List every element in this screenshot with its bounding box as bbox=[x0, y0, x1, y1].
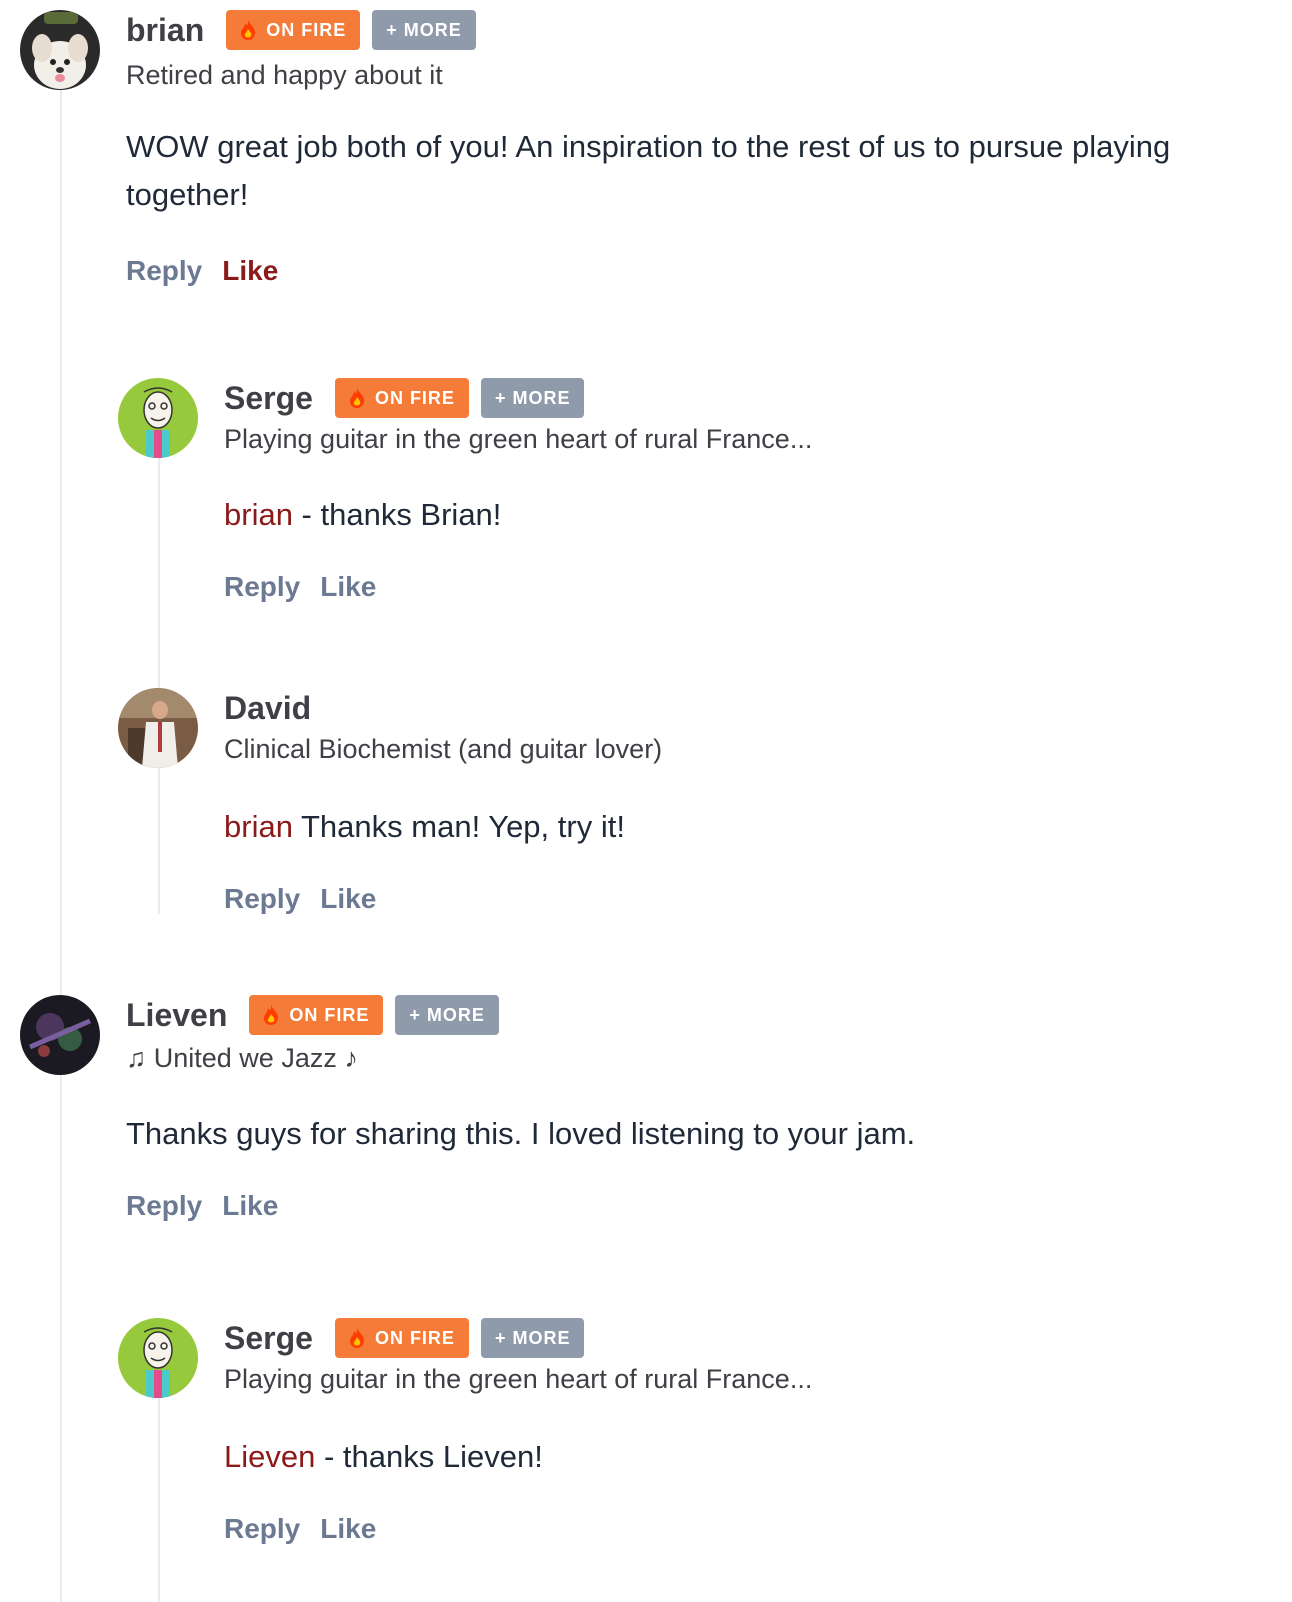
on-fire-label: ON FIRE bbox=[374, 387, 455, 408]
comment-text: Lieven - thanks Lieven! bbox=[224, 1433, 1264, 1481]
reply-button[interactable]: Reply bbox=[126, 255, 202, 287]
reply-button[interactable]: Reply bbox=[224, 571, 300, 603]
comment-body: - thanks Brian! bbox=[292, 497, 502, 532]
comment-body: - thanks Lieven! bbox=[315, 1439, 543, 1474]
comment-text: brian - thanks Brian! bbox=[224, 491, 1264, 539]
on-fire-label: ON FIRE bbox=[374, 1327, 455, 1348]
fire-icon bbox=[349, 388, 365, 408]
like-button[interactable]: Like bbox=[320, 1513, 376, 1545]
avatar[interactable] bbox=[118, 1318, 198, 1398]
on-fire-label: ON FIRE bbox=[266, 19, 347, 40]
fire-icon bbox=[263, 1005, 279, 1025]
comment-text: Thanks guys for sharing this. I loved li… bbox=[126, 1116, 916, 1151]
author-name[interactable]: Serge bbox=[224, 1320, 313, 1357]
comment-thread: brian ON FIRE + MORE Retired and happy a… bbox=[0, 0, 1292, 1602]
like-button[interactable]: Like bbox=[222, 1190, 278, 1222]
author-name[interactable]: Serge bbox=[224, 380, 313, 417]
like-button[interactable]: Like bbox=[320, 883, 376, 915]
reply-button[interactable]: Reply bbox=[224, 1513, 300, 1545]
thread-line bbox=[158, 1396, 160, 1602]
avatar[interactable] bbox=[20, 995, 100, 1075]
on-fire-badge[interactable]: ON FIRE bbox=[226, 10, 361, 50]
fire-icon bbox=[349, 1328, 365, 1348]
thread-line bbox=[158, 458, 160, 914]
mention-link[interactable]: brian bbox=[224, 497, 293, 532]
on-fire-badge[interactable]: ON FIRE bbox=[249, 995, 384, 1035]
author-tagline: Playing guitar in the green heart of rur… bbox=[224, 1364, 813, 1394]
fire-icon bbox=[240, 20, 256, 40]
more-badge[interactable]: + MORE bbox=[480, 378, 585, 418]
comment-body: Thanks man! Yep, try it! bbox=[292, 809, 625, 844]
more-badge[interactable]: + MORE bbox=[480, 1318, 585, 1358]
author-tagline: ♫ United we Jazz ♪ bbox=[126, 1043, 358, 1073]
mention-link[interactable]: Lieven bbox=[224, 1439, 315, 1474]
comment-text: WOW great job both of you! An inspiratio… bbox=[126, 129, 1171, 212]
on-fire-label: ON FIRE bbox=[289, 1004, 370, 1025]
author-name[interactable]: brian bbox=[126, 12, 204, 49]
author-name[interactable]: Lieven bbox=[126, 997, 227, 1034]
author-tagline: Retired and happy about it bbox=[126, 60, 443, 90]
avatar[interactable] bbox=[20, 10, 100, 90]
avatar[interactable] bbox=[118, 688, 198, 768]
on-fire-badge[interactable]: ON FIRE bbox=[334, 1318, 469, 1358]
mention-link[interactable]: brian bbox=[224, 809, 293, 844]
author-tagline: Playing guitar in the green heart of rur… bbox=[224, 424, 813, 454]
on-fire-badge[interactable]: ON FIRE bbox=[334, 378, 469, 418]
reply-button[interactable]: Reply bbox=[224, 883, 300, 915]
author-tagline: Clinical Biochemist (and guitar lover) bbox=[224, 734, 663, 764]
like-button[interactable]: Like bbox=[222, 255, 278, 287]
avatar[interactable] bbox=[118, 378, 198, 458]
like-button[interactable]: Like bbox=[320, 571, 376, 603]
more-badge[interactable]: + MORE bbox=[372, 10, 476, 50]
thread-line bbox=[60, 90, 62, 1602]
more-badge[interactable]: + MORE bbox=[395, 995, 499, 1035]
comment-text: brian Thanks man! Yep, try it! bbox=[224, 803, 1264, 851]
author-name[interactable]: David bbox=[224, 690, 311, 727]
reply-button[interactable]: Reply bbox=[126, 1190, 202, 1222]
